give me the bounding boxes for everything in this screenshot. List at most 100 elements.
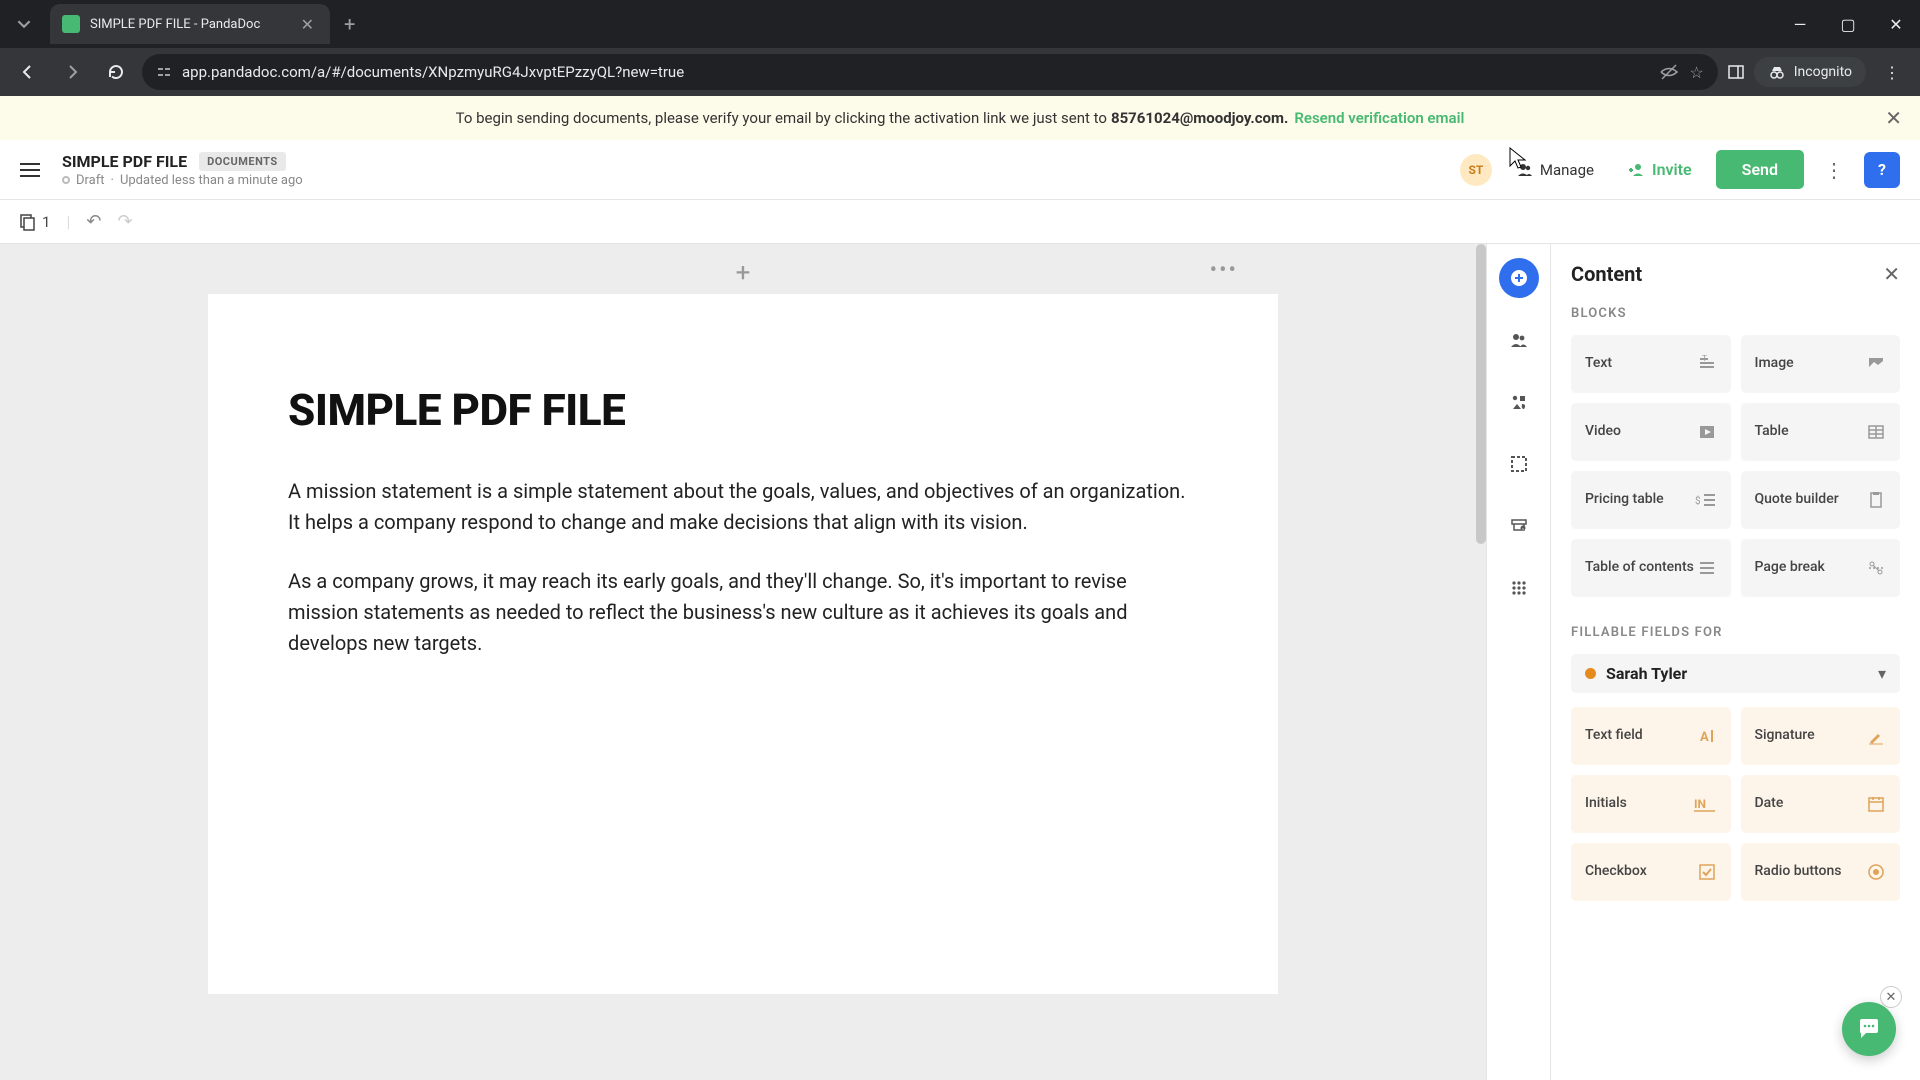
close-window-button[interactable]: ✕ [1872, 4, 1920, 44]
field-text[interactable]: Text fieldA [1571, 707, 1731, 765]
field-radio[interactable]: Radio buttons [1741, 843, 1901, 901]
meta-separator: · [111, 173, 114, 188]
help-button[interactable]: ? [1864, 152, 1900, 188]
page-menu-icon[interactable]: ••• [1210, 258, 1238, 283]
menu-hamburger-icon[interactable] [20, 159, 40, 181]
panel-title: Content [1571, 262, 1642, 286]
chat-widget-button[interactable] [1842, 1002, 1896, 1056]
recipients-rail-button[interactable] [1499, 320, 1539, 360]
new-tab-button[interactable]: + [344, 12, 355, 36]
browser-menu-button[interactable]: ⋮ [1874, 63, 1910, 82]
fields-section-label: FILLABLE FIELDS FOR [1571, 625, 1900, 640]
redo-button[interactable]: ↷ [117, 211, 132, 232]
fields-grid: Text fieldA Signature InitialsIN Date Ch… [1571, 707, 1900, 901]
forward-button[interactable] [54, 54, 90, 90]
radio-field-icon [1866, 862, 1886, 882]
design-rail-button[interactable] [1499, 444, 1539, 484]
block-table[interactable]: Table [1741, 403, 1901, 461]
tab-search-dropdown[interactable] [6, 6, 42, 42]
browser-toolbar: app.pandadoc.com/a/#/documents/XNpzmyuRG… [0, 48, 1920, 96]
invite-button[interactable]: Invite [1618, 154, 1702, 185]
bookmark-star-icon[interactable]: ☆ [1689, 63, 1703, 82]
tab-close-icon[interactable]: ✕ [297, 15, 318, 34]
field-checkbox[interactable]: Checkbox [1571, 843, 1731, 901]
panel-close-icon[interactable]: ✕ [1883, 262, 1900, 286]
resend-verification-link[interactable]: Resend verification email [1294, 109, 1464, 127]
tab-title: SIMPLE PDF FILE - PandaDoc [90, 17, 297, 32]
document-title[interactable]: SIMPLE PDF FILE [62, 152, 187, 171]
block-quote-builder[interactable]: Quote builder [1741, 471, 1901, 529]
header-more-icon[interactable]: ⋮ [1818, 158, 1850, 182]
incognito-indicator[interactable]: Incognito [1754, 57, 1866, 87]
url-text: app.pandadoc.com/a/#/documents/XNpzmyuRG… [182, 63, 1649, 81]
editor-toolbar: 1 | ↶ ↷ [0, 200, 1920, 244]
video-block-icon [1697, 422, 1717, 442]
initials-field-icon: IN [1693, 794, 1717, 814]
field-initials[interactable]: InitialsIN [1571, 775, 1731, 833]
block-page-break[interactable]: Page break [1741, 539, 1901, 597]
right-rail: $ [1486, 244, 1550, 1080]
pages-icon [18, 213, 36, 231]
field-date[interactable]: Date [1741, 775, 1901, 833]
window-controls: — ▢ ✕ [1776, 4, 1920, 44]
maximize-button[interactable]: ▢ [1824, 4, 1872, 44]
content-panel: Content ✕ BLOCKS TextT Image Video Table… [1550, 244, 1920, 1080]
chevron-down-icon: ▾ [1878, 664, 1886, 683]
svg-text:A: A [1700, 730, 1709, 745]
text-field-icon: A [1697, 726, 1717, 746]
page-indicator[interactable]: 1 [18, 213, 50, 231]
blocks-grid: TextT Image Video Table Pricing table$ Q… [1571, 335, 1900, 597]
document-header: SIMPLE PDF FILE DOCUMENTS Draft · Update… [0, 140, 1920, 200]
settings-rail-button[interactable]: $ [1499, 506, 1539, 546]
canvas-scrollbar[interactable] [1476, 244, 1486, 1080]
chat-widget-close[interactable]: ✕ [1880, 986, 1902, 1008]
block-text[interactable]: TextT [1571, 335, 1731, 393]
table-block-icon [1866, 422, 1886, 442]
back-button[interactable] [10, 54, 46, 90]
content-rail-button[interactable] [1499, 258, 1539, 298]
signer-selector[interactable]: Sarah Tyler ▾ [1571, 654, 1900, 693]
site-settings-icon[interactable] [156, 64, 172, 80]
person-add-icon [1628, 161, 1646, 179]
signature-field-icon [1866, 726, 1886, 746]
people-icon [1516, 161, 1534, 179]
send-button[interactable]: Send [1716, 150, 1804, 189]
document-paragraph-2[interactable]: As a company grows, it may reach its ear… [288, 566, 1198, 659]
signer-name: Sarah Tyler [1606, 664, 1868, 683]
blocks-section-label: BLOCKS [1571, 306, 1900, 321]
eye-off-icon[interactable] [1659, 62, 1679, 82]
reload-button[interactable] [98, 54, 134, 90]
document-page[interactable]: SIMPLE PDF FILE A mission statement is a… [208, 294, 1278, 994]
banner-close-icon[interactable]: ✕ [1885, 106, 1902, 130]
banner-email: 85761024@moodjoy.com. [1111, 109, 1288, 127]
quote-block-icon [1866, 490, 1886, 510]
add-block-icon[interactable]: + [736, 258, 751, 288]
document-paragraph-1[interactable]: A mission statement is a simple statemen… [288, 476, 1198, 538]
browser-tab[interactable]: SIMPLE PDF FILE - PandaDoc ✕ [50, 4, 330, 44]
signer-color-dot [1585, 668, 1596, 679]
undo-button[interactable]: ↶ [86, 211, 101, 232]
apps-rail-button[interactable] [1499, 568, 1539, 608]
pandadoc-app: To begin sending documents, please verif… [0, 96, 1920, 1080]
block-image[interactable]: Image [1741, 335, 1901, 393]
document-info: SIMPLE PDF FILE DOCUMENTS Draft · Update… [62, 152, 303, 188]
document-updated: Updated less than a minute ago [120, 173, 303, 188]
field-signature[interactable]: Signature [1741, 707, 1901, 765]
address-bar[interactable]: app.pandadoc.com/a/#/documents/XNpzmyuRG… [142, 54, 1718, 90]
document-heading[interactable]: SIMPLE PDF FILE [288, 384, 1198, 436]
status-dot-icon [62, 176, 70, 184]
side-panel-icon[interactable] [1726, 62, 1746, 82]
minimize-button[interactable]: — [1776, 4, 1824, 44]
block-pricing-table[interactable]: Pricing table$ [1571, 471, 1731, 529]
manage-recipients-button[interactable]: Manage [1506, 155, 1604, 185]
workspace: + ••• SIMPLE PDF FILE A mission statemen… [0, 244, 1920, 1080]
toc-block-icon [1697, 558, 1717, 578]
variables-rail-button[interactable] [1499, 382, 1539, 422]
block-toc[interactable]: Table of contents [1571, 539, 1731, 597]
pagebreak-block-icon [1866, 558, 1886, 578]
document-type-badge: DOCUMENTS [199, 152, 286, 171]
block-video[interactable]: Video [1571, 403, 1731, 461]
pricing-block-icon: $ [1695, 490, 1717, 510]
user-avatar[interactable]: ST [1460, 154, 1492, 186]
canvas[interactable]: + ••• SIMPLE PDF FILE A mission statemen… [0, 244, 1486, 1080]
